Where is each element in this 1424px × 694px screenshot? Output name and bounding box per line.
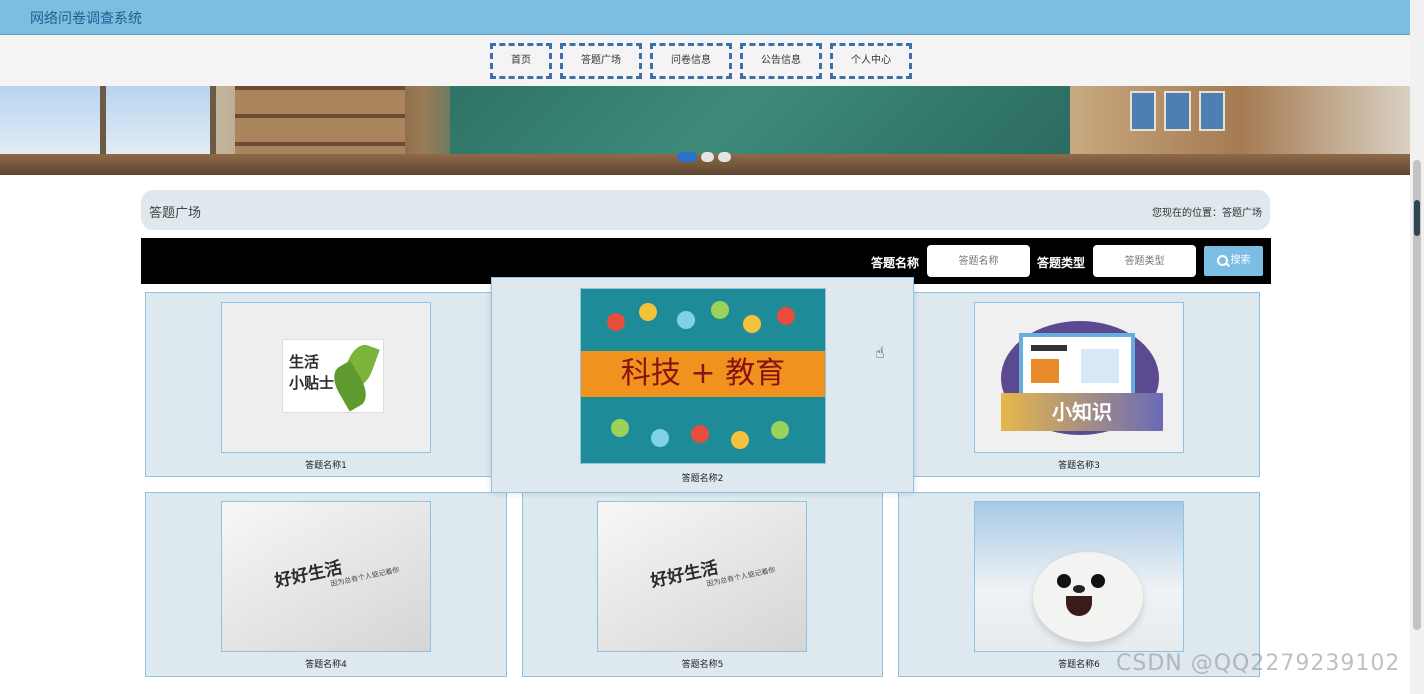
carousel-indicators [677,152,731,162]
knowledge-text: 小知识 [1052,400,1112,424]
type-search-input[interactable] [1093,245,1196,277]
seal-image [1033,552,1143,642]
nav-item-answer-square[interactable]: 答题广场 [560,43,642,79]
breadcrumb: 您现在的位置：答题广场 [1152,208,1262,219]
answer-card-1[interactable]: 生活 小贴士 答题名称1 [145,292,507,477]
answer-card-4[interactable]: 好好生活 因为总有个人惦记着你 答题名称4 [145,492,507,677]
card-thumbnail-4: 好好生活 因为总有个人惦记着你 [221,501,431,652]
carousel-dot-1[interactable] [677,152,697,162]
banner-chalkboard [450,86,1070,162]
card-caption-4: 答题名称4 [305,660,347,670]
nav-menu: 首页 答题广场 问卷信息 公告信息 个人中心 [490,43,912,79]
card-thumbnail-1: 生活 小贴士 [221,302,431,453]
card-caption-2: 答题名称2 [681,474,724,484]
card-thumbnail-2: 科技 + 教育 [580,288,826,464]
app-title: 网络问卷调查系统 [30,11,142,27]
nav-item-survey-info[interactable]: 问卷信息 [650,43,732,79]
scrollbar-marker [1414,200,1420,236]
type-label: 答题类型 [1037,256,1086,270]
watermark: CSDN @QQ2279239102 [1116,651,1401,676]
name-label: 答题名称 [871,256,920,270]
card-caption-1: 答题名称1 [305,461,347,471]
banner-window [0,86,216,160]
answer-card-3[interactable]: 小知识 答题名称3 [898,292,1260,477]
search-icon [1216,254,1228,266]
hand-cursor-icon: ☝ [875,343,885,362]
tech-education-text: 科技 + 教育 [620,356,786,391]
top-header: 网络问卷调查系统 [0,0,1410,35]
card-caption-3: 答题名称3 [1058,461,1100,471]
answer-card-6[interactable]: 答题名称6 [898,492,1260,677]
nav-item-home[interactable]: 首页 [490,43,552,79]
card-thumbnail-5: 好好生活 因为总有个人惦记着你 [597,501,807,652]
nav-bar: 首页 答题广场 问卷信息 公告信息 个人中心 [0,35,1410,86]
nav-item-personal-center[interactable]: 个人中心 [830,43,912,79]
nav-item-announcements[interactable]: 公告信息 [740,43,822,79]
scrollbar[interactable] [1410,0,1424,694]
answer-card-2[interactable]: 科技 + 教育 答题名称2 [491,277,914,493]
page-title: 答题广场 [149,206,202,221]
search-button[interactable]: 搜索 [1204,246,1263,276]
page-header: 答题广场 您现在的位置：答题广场 [141,190,1270,230]
carousel-dot-3[interactable] [718,152,731,162]
card-caption-5: 答题名称5 [681,660,724,670]
card-thumbnail-3: 小知识 [974,302,1184,453]
carousel-dot-2[interactable] [701,152,714,162]
tips-logo: 生活 小贴士 [282,339,384,413]
search-button-label: 搜索 [1230,255,1251,266]
banner-posters [1130,91,1225,131]
answer-card-5[interactable]: 好好生活 因为总有个人惦记着你 答题名称5 [522,492,883,677]
name-search-input[interactable] [927,245,1030,277]
card-thumbnail-6 [974,501,1184,652]
